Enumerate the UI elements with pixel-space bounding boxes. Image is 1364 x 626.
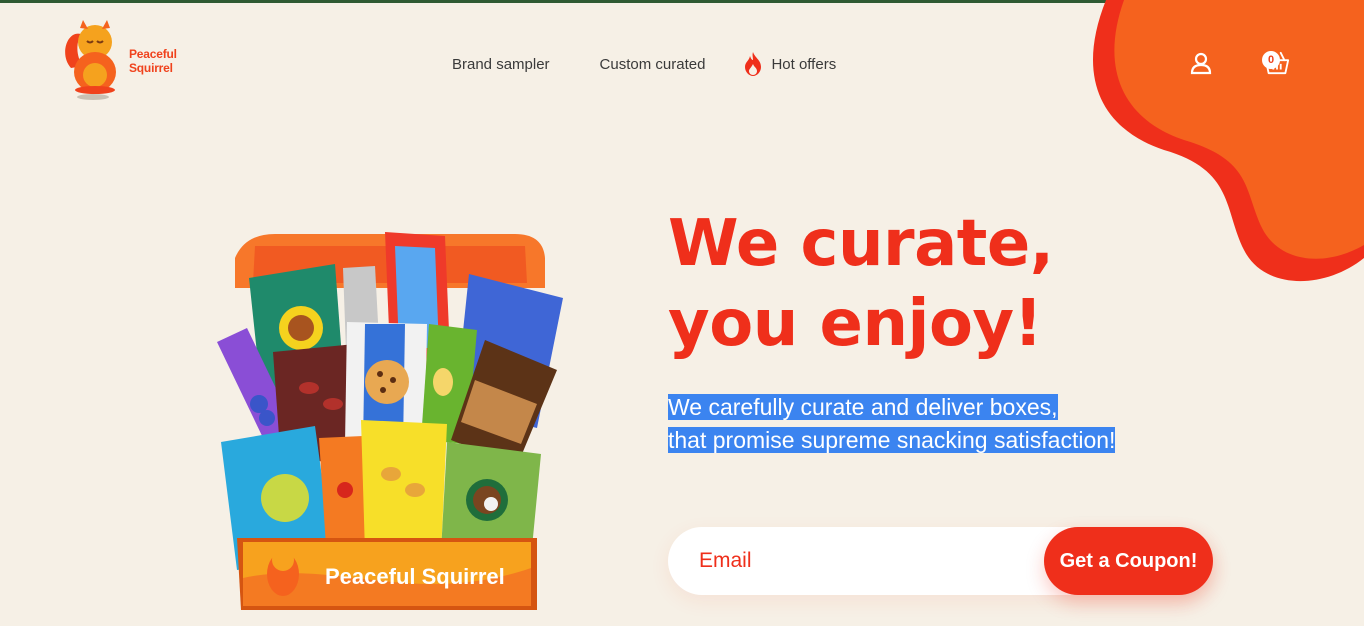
email-input[interactable] xyxy=(699,549,1019,573)
hero-subtitle-line1: We carefully curate and deliver boxes, xyxy=(668,394,1058,420)
get-coupon-button[interactable]: Get a Coupon! xyxy=(1044,527,1213,595)
nav-brand-sampler-label: Brand sampler xyxy=(452,55,550,73)
brand-name: Peaceful Squirrel xyxy=(129,47,177,75)
account-button[interactable] xyxy=(1188,50,1214,76)
main-nav: Brand sampler Custom curated Hot offers xyxy=(452,52,836,76)
squirrel-logo-icon xyxy=(65,20,116,100)
nav-hot-offers[interactable]: Hot offers xyxy=(743,52,836,76)
cart-button[interactable]: 0 xyxy=(1262,50,1290,76)
hero-title-line1: We curate, xyxy=(668,207,1054,281)
hero-title: We curate, you enjoy! xyxy=(668,204,1188,364)
snack-box-illustration: Peaceful Squirrel xyxy=(217,232,563,610)
hero-subtitle: We carefully curate and deliver boxes, t… xyxy=(668,391,1116,457)
cart-count-badge: 0 xyxy=(1262,51,1280,69)
nav-hot-offers-label: Hot offers xyxy=(771,55,837,73)
nav-custom-curated[interactable]: Custom curated xyxy=(600,56,706,73)
fire-icon xyxy=(745,52,762,76)
box-label: Peaceful Squirrel xyxy=(325,564,505,589)
user-icon xyxy=(1190,52,1212,75)
brand-logo[interactable]: Peaceful Squirrel xyxy=(63,20,177,102)
coupon-signup-form: Get a Coupon! xyxy=(668,527,1213,595)
nav-custom-curated-label: Custom curated xyxy=(599,55,706,73)
nav-brand-sampler[interactable]: Brand sampler xyxy=(452,56,550,73)
hero-title-line2: you enjoy! xyxy=(668,287,1043,361)
hero-subtitle-line2: that promise supreme snacking satisfacti… xyxy=(668,427,1116,453)
header-actions: 0 xyxy=(1188,50,1290,76)
